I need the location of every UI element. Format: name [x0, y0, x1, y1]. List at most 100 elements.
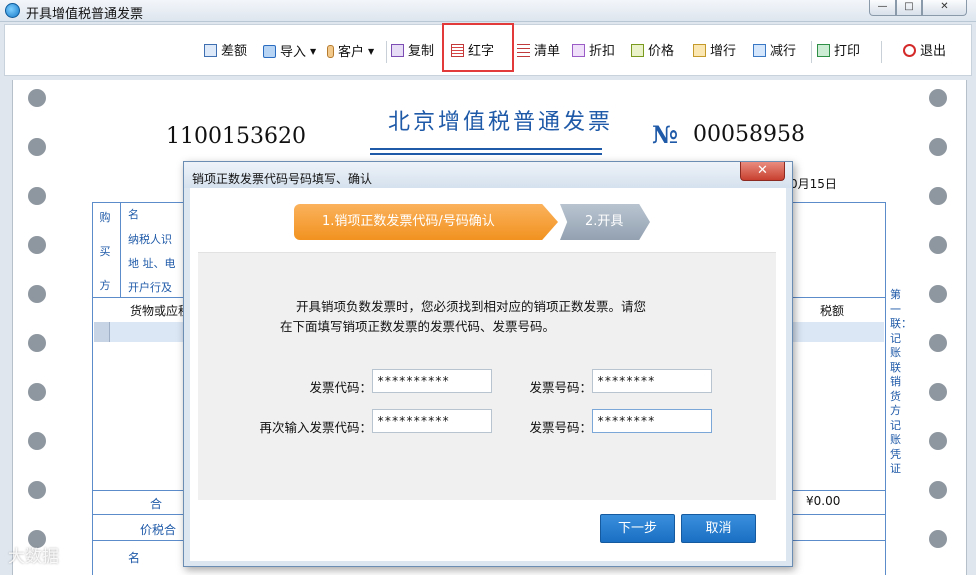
- invoice-number-confirm-label: 发票号码：: [529, 420, 592, 435]
- difference-icon: [204, 44, 217, 57]
- instruction-line-2: 在下面填写销项正数发票的发票代码、发票号码。: [280, 319, 556, 334]
- perforation-hole: [28, 236, 46, 254]
- window-title: 开具增值税普通发票: [26, 7, 144, 22]
- invoice-number-confirm-field[interactable]: ********: [592, 409, 712, 433]
- price-button[interactable]: 价格: [631, 42, 674, 62]
- discount-icon: [572, 44, 585, 57]
- import-label: 导入: [280, 45, 307, 60]
- discount-label: 折扣: [589, 44, 616, 59]
- copy-button[interactable]: 复制: [391, 42, 434, 62]
- dialog-close-button[interactable]: ✕: [740, 162, 785, 181]
- title-underline: [370, 153, 602, 155]
- buyer-char: 购: [99, 211, 111, 224]
- minimize-button[interactable]: —: [869, 0, 896, 16]
- toolbar-divider: [386, 41, 387, 63]
- perforation-hole: [929, 138, 947, 156]
- chevron-down-icon: ▼: [310, 47, 317, 56]
- invoice-code-field[interactable]: **********: [372, 369, 492, 393]
- customer-icon: [327, 45, 334, 58]
- red-invoice-dialog: 销项正数发票代码号码填写、确认 ✕ 1.销项正数发票代码/号码确认 2.开具 开…: [183, 161, 793, 567]
- toolbar-divider: [811, 41, 812, 63]
- list-button[interactable]: 清单: [517, 42, 560, 62]
- instruction-text: 开具销项负数发票时，您必须找到相对应的销项正数发票。请您 在下面填写销项正数发票…: [280, 297, 700, 337]
- invoice-code-label: 发票代码：: [309, 380, 372, 395]
- discount-button[interactable]: 折扣: [572, 42, 615, 62]
- list-label: 清单: [534, 44, 561, 59]
- close-window-button[interactable]: ✕: [922, 0, 967, 16]
- perforation-hole: [28, 481, 46, 499]
- copy-icon: [391, 44, 404, 57]
- perforation-hole: [28, 383, 46, 401]
- perforation-hole: [929, 285, 947, 303]
- row-selector[interactable]: [94, 322, 110, 342]
- perforation-hole: [929, 334, 947, 352]
- perforation-hole: [929, 383, 947, 401]
- perforation-hole: [28, 187, 46, 205]
- perforation-hole: [28, 334, 46, 352]
- next-step-button[interactable]: 下一步: [600, 514, 675, 543]
- invoice-number-field[interactable]: ********: [592, 369, 712, 393]
- buyer-taxid-label: 纳税人识: [128, 233, 172, 246]
- exit-button[interactable]: 退出: [903, 42, 946, 62]
- buyer-address-label: 地 址、电: [128, 257, 176, 270]
- perforation-hole: [28, 89, 46, 107]
- dialog-title: 销项正数发票代码号码填写、确认: [192, 172, 373, 186]
- import-icon: [263, 45, 276, 58]
- dialog-body: 1.销项正数发票代码/号码确认 2.开具 开具销项负数发票时，您必须找到相对应的…: [190, 188, 786, 561]
- buyer-bank-label: 开户行及: [128, 281, 172, 294]
- import-button[interactable]: 导入 ▼: [263, 42, 316, 62]
- cancel-button[interactable]: 取消: [681, 514, 756, 543]
- buyer-char: 方: [99, 279, 111, 292]
- number-symbol: №: [652, 120, 679, 149]
- delete-row-button[interactable]: 减行: [753, 42, 796, 62]
- maximize-button[interactable]: □: [896, 0, 922, 16]
- perforation-hole: [929, 530, 947, 548]
- print-button[interactable]: 打印: [817, 42, 860, 62]
- list-icon: [517, 44, 530, 57]
- difference-button[interactable]: 差额: [204, 42, 247, 62]
- title-underline: [370, 148, 602, 150]
- perforation-hole: [28, 285, 46, 303]
- form-panel: 开具销项负数发票时，您必须找到相对应的销项正数发票。请您 在下面填写销项正数发票…: [198, 252, 776, 500]
- window-titlebar: 开具增值税普通发票 — □ ✕: [0, 0, 976, 22]
- perforation-hole: [929, 432, 947, 450]
- copy-label: 复制: [408, 44, 435, 59]
- grid-line: [885, 202, 886, 575]
- invoice-code-confirm-field[interactable]: **********: [372, 409, 492, 433]
- invoice-title: 北京增值税普通发票: [388, 110, 614, 135]
- grid-line: [120, 202, 121, 297]
- delete-row-label: 减行: [770, 44, 797, 59]
- add-row-button[interactable]: 增行: [693, 42, 736, 62]
- total-tax-value: ¥0.00: [806, 494, 841, 508]
- copy-designation-label: 第一联：记账联 销货方记账凭证: [890, 288, 912, 475]
- perforation-hole: [929, 481, 947, 499]
- buyer-char: 买: [99, 245, 111, 258]
- perforation-hole: [929, 89, 947, 107]
- goods-column-header: 货物或应税: [130, 304, 191, 318]
- invoice-number-label: 发票号码：: [529, 380, 592, 395]
- customer-button[interactable]: 客户 ▼: [327, 42, 374, 62]
- total-label: 合: [150, 497, 163, 511]
- customer-label: 客户: [338, 45, 365, 60]
- buyer-name-label: 名: [128, 208, 139, 221]
- exit-label: 退出: [920, 44, 947, 59]
- invoice-code: 1100153620: [166, 124, 306, 149]
- perforation-hole: [28, 432, 46, 450]
- delete-row-icon: [753, 44, 766, 57]
- step-1-indicator: 1.销项正数发票代码/号码确认: [294, 204, 558, 240]
- perforation-hole: [929, 187, 947, 205]
- perforation-hole: [929, 236, 947, 254]
- print-icon: [817, 44, 830, 57]
- difference-label: 差额: [221, 44, 248, 59]
- price-label: 价格: [648, 44, 675, 59]
- dialog-titlebar: 销项正数发票代码号码填写、确认 ✕: [184, 162, 792, 188]
- red-invoice-highlight-box: [442, 23, 514, 72]
- instruction-line-1: 开具销项负数发票时，您必须找到相对应的销项正数发票。请您: [296, 299, 647, 314]
- invoice-number: 00058958: [693, 122, 805, 147]
- add-row-icon: [693, 44, 706, 57]
- step-2-indicator: 2.开具: [560, 204, 650, 240]
- tax-column-header: 税额: [820, 304, 845, 318]
- invoice-code-confirm-label: 再次输入发票代码：: [259, 420, 372, 435]
- chevron-down-icon: ▼: [368, 47, 375, 56]
- toolbar-divider: [881, 41, 882, 63]
